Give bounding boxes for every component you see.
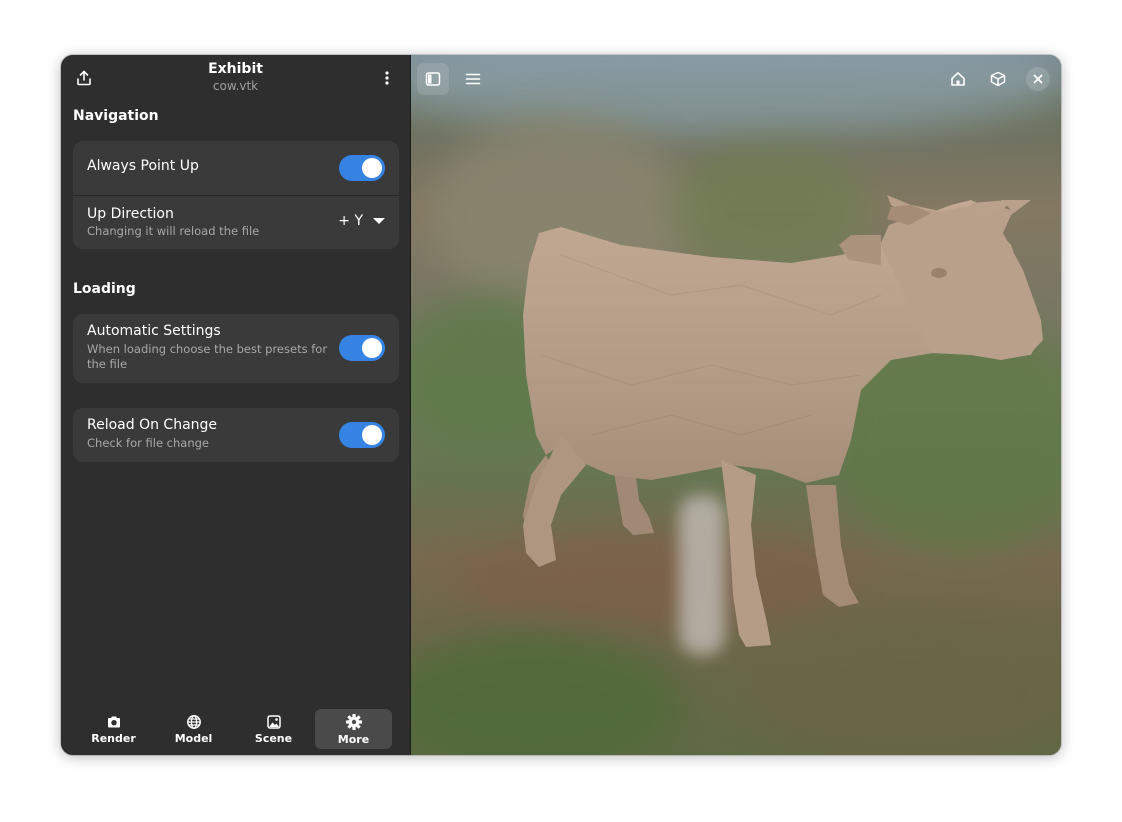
gear-icon: [345, 713, 362, 730]
camera-icon: [107, 716, 120, 727]
close-icon: [1033, 74, 1043, 84]
navigation-card: Always Point Up Up Direction Changing it…: [73, 141, 399, 249]
image-icon: [266, 714, 281, 729]
app-window: Exhibit cow.vtk Navigation Always Point …: [61, 55, 1061, 755]
vertical-dots-icon: [385, 71, 389, 85]
up-direction-value: + Y: [338, 213, 363, 229]
always-point-up-switch[interactable]: [339, 155, 385, 181]
automatic-settings-subtitle: When loading choose the best presets for…: [87, 342, 328, 371]
file-name: cow.vtk: [212, 79, 259, 93]
home-icon: [951, 72, 965, 86]
up-direction-dropdown[interactable]: + Y: [338, 213, 385, 229]
automatic-settings-switch[interactable]: [339, 335, 385, 361]
tab-model[interactable]: Model: [155, 709, 232, 749]
window-title: Exhibit cow.vtk: [61, 61, 410, 95]
reload-on-change-switch[interactable]: [339, 422, 385, 448]
always-point-up-row[interactable]: Always Point Up: [73, 141, 399, 195]
sidebar: Exhibit cow.vtk Navigation Always Point …: [61, 55, 411, 755]
reload-on-change-card: Reload On Change Check for file change: [73, 408, 399, 462]
section-title-loading: Loading: [73, 281, 136, 297]
3d-viewer[interactable]: [411, 55, 1061, 755]
switch-knob: [362, 158, 382, 178]
switch-knob: [362, 338, 382, 358]
automatic-settings-label: Automatic Settings: [87, 323, 221, 339]
view-cube-button[interactable]: [982, 63, 1014, 95]
cube-view-icon: [990, 71, 1006, 87]
tab-scene[interactable]: Scene: [235, 709, 312, 749]
tab-more[interactable]: More: [315, 709, 392, 749]
hamburger-menu-icon: [465, 73, 481, 85]
close-button-circle: [1026, 67, 1050, 91]
app-title: Exhibit: [208, 61, 263, 77]
tab-more-label: More: [337, 732, 370, 746]
globe-icon: [186, 714, 201, 729]
tab-model-label: Model: [174, 731, 213, 745]
automatic-settings-card: Automatic Settings When loading choose t…: [73, 314, 399, 383]
up-direction-row[interactable]: Up Direction Changing it will reload the…: [73, 195, 399, 249]
tab-scene-label: Scene: [254, 731, 293, 745]
sidebar-toggle-icon: [425, 72, 441, 86]
main-menu-button[interactable]: [372, 63, 402, 93]
tab-render-label: Render: [91, 731, 136, 745]
sidebar-toggle-button[interactable]: [417, 63, 449, 95]
home-button[interactable]: [942, 63, 974, 95]
automatic-settings-row[interactable]: Automatic Settings When loading choose t…: [73, 314, 399, 383]
switch-knob: [362, 425, 382, 445]
sidebar-headerbar: Exhibit cow.vtk: [61, 55, 410, 101]
hamburger-menu-button[interactable]: [457, 63, 489, 95]
view-switcher-bar: Render Model Scene More: [75, 709, 392, 749]
section-title-navigation: Navigation: [73, 108, 159, 124]
chevron-down-icon: [373, 218, 385, 224]
reload-on-change-row[interactable]: Reload On Change Check for file change: [73, 408, 399, 462]
cow-model[interactable]: [411, 55, 1060, 755]
close-button[interactable]: [1022, 63, 1054, 95]
tab-render[interactable]: Render: [75, 709, 152, 749]
